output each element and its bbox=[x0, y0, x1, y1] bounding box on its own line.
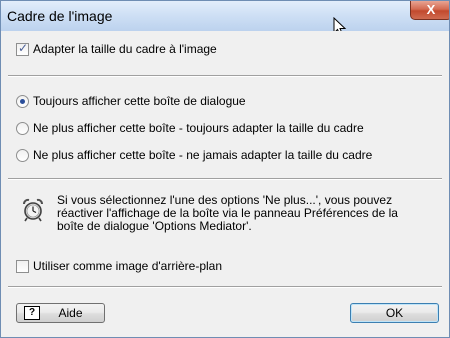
background-label: Utiliser comme image d'arrière-plan bbox=[33, 259, 223, 273]
dialog-content: ✓ Adapter la taille du cadre à l'image T… bbox=[8, 31, 442, 332]
radio-button-never-show-no-fit[interactable] bbox=[16, 149, 29, 162]
radio-button-never-show-fit[interactable] bbox=[16, 122, 29, 135]
help-button[interactable]: ? Aide bbox=[16, 303, 105, 323]
dialog-window: Cadre de l'image X ✓ Adapter la taille d… bbox=[0, 0, 450, 338]
radio-label: Ne plus afficher cette boîte - toujours … bbox=[33, 121, 364, 135]
separator bbox=[8, 178, 442, 180]
radio-selected-dot bbox=[20, 99, 25, 104]
info-message: Si vous sélectionnez l'une des options '… bbox=[57, 194, 437, 233]
ok-button[interactable]: OK bbox=[350, 303, 439, 323]
info-line: boîte de dialogue 'Options Mediator'. bbox=[57, 219, 252, 233]
close-button[interactable]: X bbox=[410, 1, 449, 20]
fit-frame-label: Adapter la taille du cadre à l'image bbox=[33, 42, 217, 56]
radio-label: Toujours afficher cette boîte de dialogu… bbox=[33, 94, 246, 108]
close-icon: X bbox=[426, 2, 436, 17]
radio-button-always-show[interactable] bbox=[16, 95, 29, 108]
background-checkbox[interactable] bbox=[16, 260, 29, 273]
ok-button-label: OK bbox=[385, 306, 404, 320]
title-bar[interactable]: Cadre de l'image X bbox=[1, 1, 449, 37]
radio-label: Ne plus afficher cette boîte - ne jamais… bbox=[33, 148, 373, 162]
separator bbox=[8, 75, 442, 77]
separator bbox=[8, 286, 442, 288]
help-button-label: Aide bbox=[58, 306, 83, 320]
checkmark-icon: ✓ bbox=[18, 41, 29, 55]
window-title: Cadre de l'image bbox=[7, 8, 113, 24]
fit-frame-checkbox[interactable]: ✓ bbox=[16, 41, 29, 56]
alarm-clock-icon bbox=[23, 198, 43, 222]
